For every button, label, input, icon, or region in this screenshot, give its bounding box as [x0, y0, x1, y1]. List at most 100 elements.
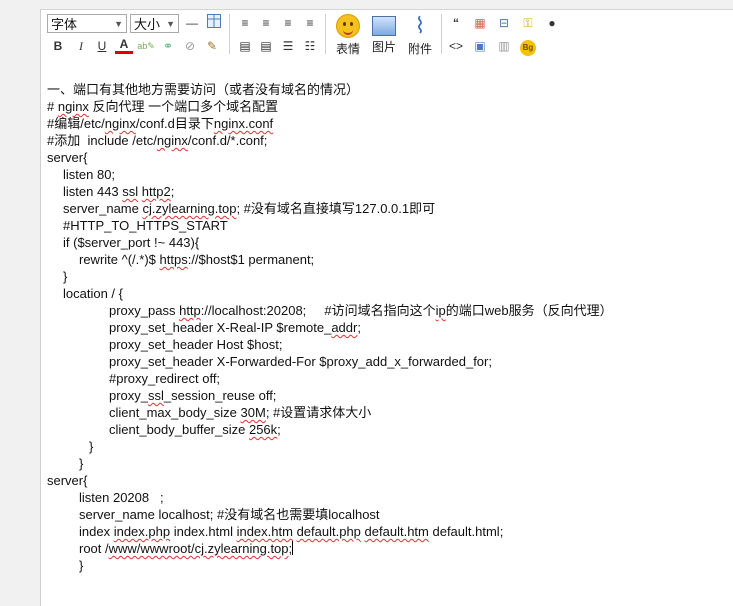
content-text: ; [170, 184, 175, 199]
attachment-button[interactable]: ⌇ 附件 [403, 14, 437, 57]
content-text: proxy_set_header Host $host; [109, 337, 283, 352]
content-text: proxy_ [109, 388, 149, 403]
spellcheck-word: index.htm [236, 524, 293, 539]
content-text: server_name localhost; #没有域名也需要填localhos… [79, 507, 380, 522]
link-icon[interactable]: ⚭ [159, 37, 177, 55]
content-text: } [79, 558, 84, 573]
font-family-value: 字体 [51, 17, 78, 32]
bold-icon[interactable]: B [49, 37, 67, 55]
content-text: listen 20208 ; [79, 490, 164, 505]
hide-content-icon[interactable]: ⊟ [495, 14, 513, 32]
content-text: index.html [170, 524, 237, 539]
spellcheck-word: default.php [296, 524, 361, 539]
content-text: ://$host$1 permanent; [187, 252, 315, 267]
spellcheck-word: https [159, 252, 188, 267]
content-text: proxy_set_header X-Forwarded-For $proxy_… [109, 354, 492, 369]
paperclip-icon: ⌇ [414, 13, 426, 38]
content-line: } [47, 455, 727, 472]
content-text: index [79, 524, 114, 539]
spellcheck-word: http [179, 303, 201, 318]
flash-media-icon[interactable]: ▣ [471, 37, 489, 55]
content-line: location / { [47, 285, 727, 302]
content-line: if ($server_port !~ 443){ [47, 234, 727, 251]
content-text: #编辑/etc/ [47, 116, 105, 131]
spellcheck-word: http2 [141, 184, 171, 199]
bg-tag-icon: Bg [520, 40, 536, 56]
spellcheck-word: ssl [148, 388, 164, 403]
align-right-icon[interactable]: ≡ [279, 14, 297, 32]
content-line: server{ [47, 472, 727, 489]
unordered-list-icon[interactable]: ☷ [301, 37, 319, 55]
horizontal-rule-icon[interactable]: — [183, 14, 201, 32]
content-text: } [89, 439, 94, 454]
chevron-down-icon: ▼ [114, 19, 123, 29]
content-line: proxy_set_header X-Forwarded-For $proxy_… [47, 353, 727, 370]
background-tag-button[interactable]: Bg [519, 37, 537, 56]
unlink-icon[interactable]: ⊘ [181, 37, 199, 55]
spellcheck-word: 256k [248, 422, 278, 437]
content-line: proxy_set_header X-Real-IP $remote_addr; [47, 319, 727, 336]
content-line: server_name cj.zylearning.top; #没有域名直接填写… [47, 200, 727, 217]
spellcheck-word: ip [435, 303, 446, 318]
spellcheck-word: cj.zylearning.top [142, 201, 237, 216]
content-line: listen 80; [47, 166, 727, 183]
content-text: } [79, 456, 84, 471]
content-text: location / { [63, 286, 123, 301]
content-text: ; [277, 422, 281, 437]
toolbar-divider [441, 14, 442, 54]
content-text: listen 443 [63, 184, 123, 199]
clear-format-brush-icon[interactable]: ✎ [203, 37, 221, 55]
content-text: /conf.d/*.conf; [187, 133, 268, 148]
content-line: index index.php index.html index.htm def… [47, 523, 727, 540]
content-text: # [47, 99, 58, 114]
password-key-icon[interactable]: ⚿ [519, 14, 537, 32]
editor-content[interactable]: 一、端口有其他地方需要访问（或者没有域名的情况） # nginx 反向代理 一个端… [47, 81, 727, 574]
content-text: /conf.d目录下 [135, 116, 214, 131]
italic-icon[interactable]: I [72, 37, 90, 55]
content-line: client_max_body_size 30M; #设置请求体大小 [47, 404, 727, 421]
frame-icon[interactable]: ▥ [495, 37, 513, 55]
table-icon[interactable] [205, 14, 223, 32]
image-button[interactable]: 图片 [367, 14, 401, 55]
spellcheck-word: nginx [57, 99, 89, 114]
content-line: rewrite ^(/.*)$ https://$host$1 permanen… [47, 251, 727, 268]
paragraph-outdent-icon[interactable]: ▤ [257, 37, 275, 55]
content-line: proxy_set_header Host $host; [47, 336, 727, 353]
image-icon [372, 16, 396, 36]
chevron-down-icon: ▼ [166, 19, 175, 29]
qq-icon[interactable]: ● [543, 14, 561, 32]
spellcheck-word: nginx [104, 116, 136, 131]
paragraph-indent-icon[interactable]: ▤ [236, 37, 254, 55]
quote-icon[interactable]: “ [447, 14, 465, 32]
image-label: 图片 [371, 40, 396, 54]
highlight-icon[interactable]: ab✎ [137, 37, 155, 55]
font-family-select[interactable]: 字体 ▼ [47, 14, 127, 33]
text-color-icon[interactable]: A [115, 37, 133, 54]
free-tag-icon[interactable]: ▦ [471, 14, 489, 32]
align-center-icon[interactable]: ≡ [257, 14, 275, 32]
code-icon[interactable]: <> [447, 37, 465, 55]
content-line: 一、端口有其他地方需要访问（或者没有域名的情况） [47, 81, 727, 98]
content-line: server_name localhost; #没有域名也需要填localhos… [47, 506, 727, 523]
content-text: rewrite ^(/.*)$ [79, 252, 160, 267]
spellcheck-word: index.php [113, 524, 171, 539]
content-text: 一、端口有其他地方需要访问（或者没有域名的情况） [47, 82, 360, 97]
ordered-list-icon[interactable]: ☰ [279, 37, 297, 55]
underline-icon[interactable]: U [93, 37, 111, 55]
spellcheck-word: nginx [156, 133, 188, 148]
content-line: } [47, 557, 727, 574]
align-left-icon[interactable]: ≡ [236, 14, 254, 32]
content-line: root /www/wwwroot/cj.zylearning.top; [47, 540, 727, 557]
content-text: proxy_set_header X-Real-IP $remote_ [109, 320, 332, 335]
content-line: #HTTP_TO_HTTPS_START [47, 217, 727, 234]
content-text: } [63, 269, 68, 284]
align-justify-icon[interactable]: ≡ [301, 14, 319, 32]
content-text: if ($server_port !~ 443){ [63, 235, 200, 250]
content-text: server{ [47, 150, 88, 165]
toolbar-divider [229, 14, 230, 54]
content-line: #添加 include /etc/nginx/conf.d/*.conf; [47, 132, 727, 149]
font-size-select[interactable]: 大小 ▼ [130, 14, 179, 33]
content-text: server_name [63, 201, 143, 216]
emoticon-button[interactable]: 表情 [331, 14, 365, 57]
content-text: client_max_body_size [109, 405, 241, 420]
